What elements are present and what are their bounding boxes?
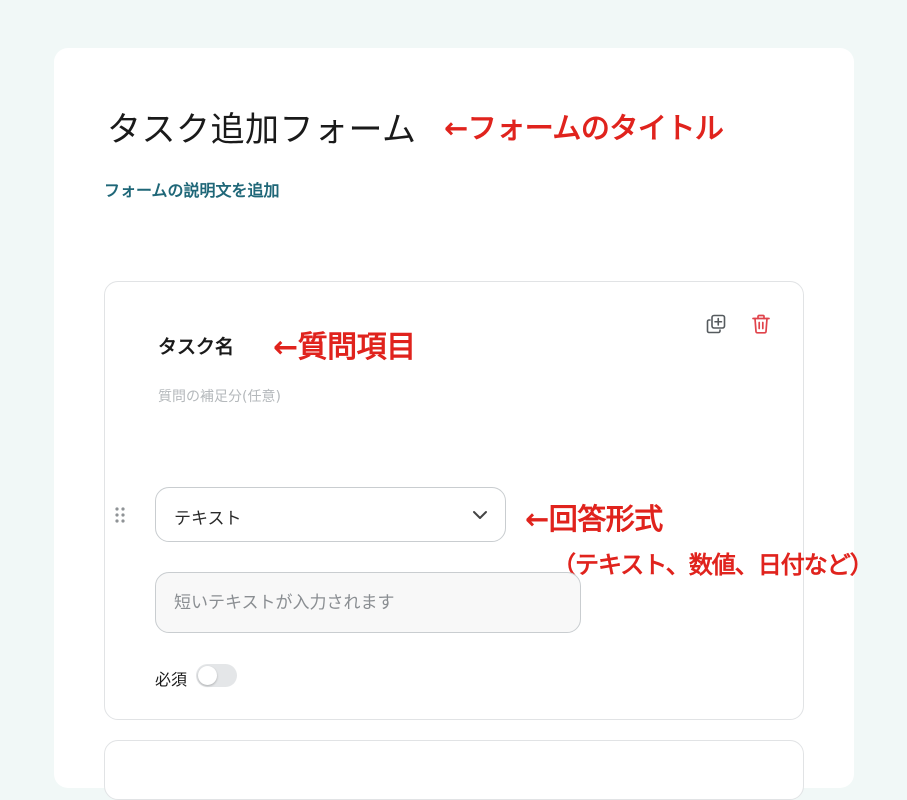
annotation-answer-type: ←回答形式 bbox=[525, 502, 663, 536]
annotation-question: ←質問項目 bbox=[273, 330, 416, 365]
drag-handle-icon bbox=[115, 507, 125, 523]
chevron-down-icon bbox=[473, 511, 487, 519]
copy-icon bbox=[706, 314, 726, 334]
answer-preview-input[interactable] bbox=[155, 572, 581, 633]
trash-icon bbox=[752, 314, 770, 334]
add-description-link[interactable]: フォームの説明文を追加 bbox=[104, 177, 280, 201]
required-label: 必須 bbox=[155, 670, 188, 689]
annotation-answer-type-note: （テキスト、数値、日付など） bbox=[552, 551, 874, 579]
answer-type-select[interactable]: テキスト bbox=[155, 487, 506, 542]
delete-question-button[interactable] bbox=[748, 311, 774, 337]
next-question-card bbox=[104, 740, 804, 800]
question-label[interactable]: タスク名 bbox=[158, 332, 234, 359]
annotation-form-title: ←フォームのタイトル bbox=[444, 111, 724, 145]
drag-handle[interactable] bbox=[113, 505, 127, 525]
toggle-knob bbox=[198, 666, 217, 685]
required-toggle[interactable] bbox=[196, 664, 237, 687]
question-help-placeholder[interactable]: 質問の補足分(任意) bbox=[158, 386, 281, 406]
copy-question-button[interactable] bbox=[703, 311, 729, 337]
answer-type-value: テキスト bbox=[174, 509, 242, 529]
form-title[interactable]: タスク追加フォーム bbox=[107, 102, 416, 151]
